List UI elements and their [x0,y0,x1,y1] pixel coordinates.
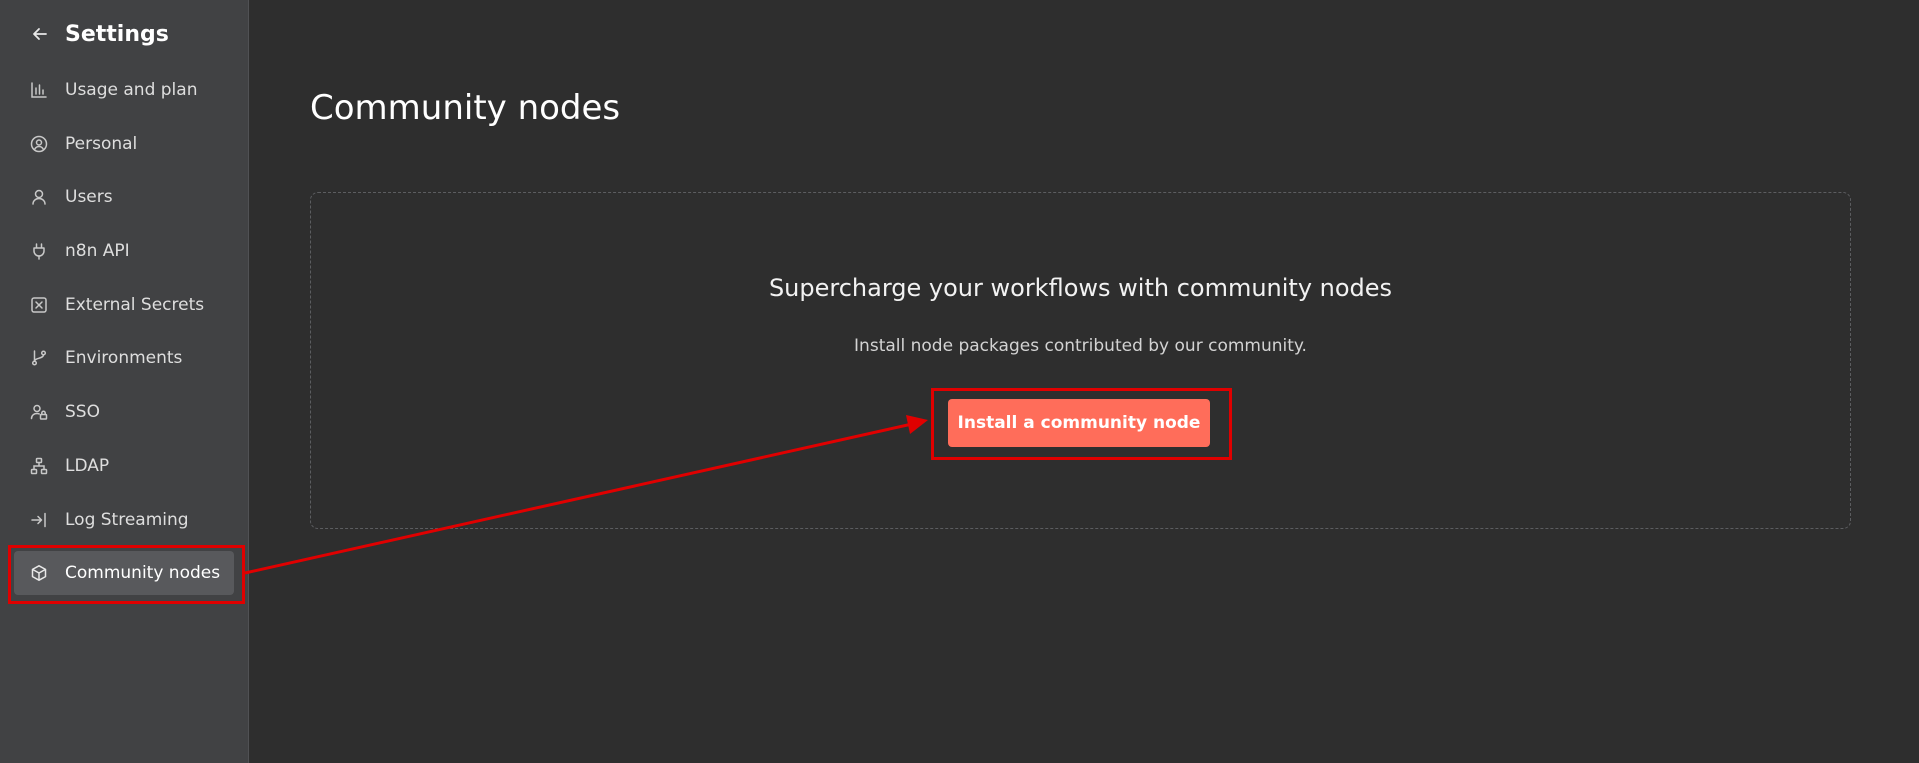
square-x-icon [28,294,50,316]
empty-state-description: Install node packages contributed by our… [854,336,1307,356]
plug-icon [28,240,50,262]
sidebar-header: Settings [28,18,169,50]
log-in-icon [28,509,50,531]
sidebar-item-n8n-api[interactable]: n8n API [14,229,234,273]
sidebar-item-ldap[interactable]: LDAP [14,444,234,488]
sidebar-title: Settings [65,21,169,47]
empty-state-panel: Supercharge your workflows with communit… [310,192,1851,529]
sidebar-item-sso[interactable]: SSO [14,390,234,434]
install-community-node-button[interactable]: Install a community node [948,399,1210,447]
sidebar-item-label: n8n API [65,241,130,262]
sidebar-item-label: Usage and plan [65,80,198,100]
empty-state-heading: Supercharge your workflows with communit… [768,274,1393,302]
box-icon [28,562,50,584]
sidebar-item-usage-and-plan[interactable]: Usage and plan [14,68,234,112]
network-icon [28,455,50,477]
page-title: Community nodes [310,88,621,128]
sidebar-item-environments[interactable]: Environments [14,336,234,380]
settings-sidebar: Settings Usage and plan Personal Users n… [0,0,249,763]
settings-app: Settings Usage and plan Personal Users n… [0,0,1919,763]
git-branch-icon [28,347,50,369]
sidebar-item-label: External Secrets [65,294,205,315]
main-content: Community nodes Supercharge your workflo… [249,0,1919,763]
sidebar-item-users[interactable]: Users [14,175,234,219]
sidebar-item-community-nodes[interactable]: Community nodes [14,551,234,596]
settings-nav: Usage and plan Personal Users n8n API Ex… [14,68,234,605]
sidebar-item-log-streaming[interactable]: Log Streaming [14,498,234,542]
sidebar-item-label: LDAP [65,455,110,476]
sidebar-item-label: Environments [65,348,183,369]
sidebar-item-personal[interactable]: Personal [14,122,234,166]
bar-chart-icon [28,79,50,101]
sidebar-item-label: Community nodes [65,563,221,584]
sidebar-item-external-secrets[interactable]: External Secrets [14,283,234,327]
user-icon [28,186,50,208]
sidebar-item-label: SSO [65,402,100,423]
sidebar-item-label: Personal [65,133,138,154]
user-lock-icon [28,401,50,423]
arrow-left-icon[interactable] [28,22,52,46]
sidebar-item-label: Users [65,187,113,208]
sidebar-item-label: Log Streaming [65,509,189,530]
user-circle-icon [28,133,50,155]
